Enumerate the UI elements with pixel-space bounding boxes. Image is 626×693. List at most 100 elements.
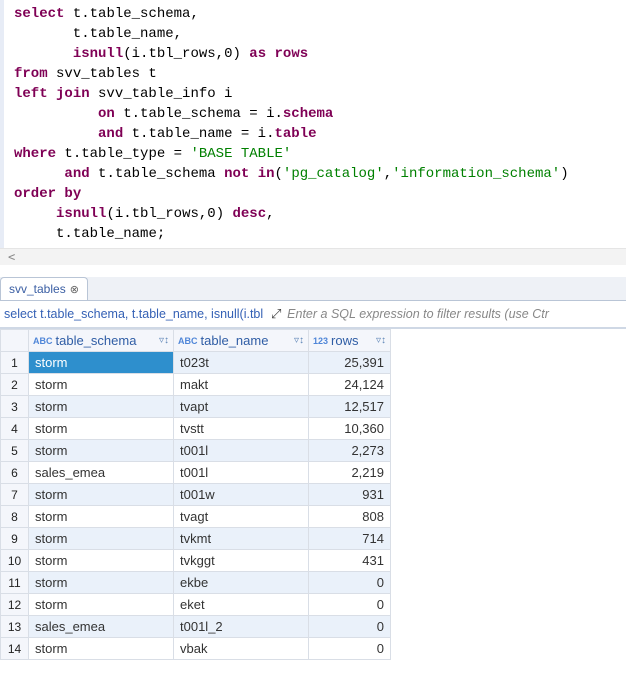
table-row[interactable]: 3stormtvapt12,517 [1, 396, 391, 418]
row-number[interactable]: 7 [1, 484, 29, 506]
cell-table_name[interactable]: ekbe [174, 572, 309, 594]
tab-svv-tables[interactable]: svv_tables ⊗ [0, 277, 88, 300]
cell-rows[interactable]: 25,391 [309, 352, 391, 374]
cell-table_schema[interactable]: storm [29, 594, 174, 616]
cell-table_name[interactable]: t023t [174, 352, 309, 374]
cell-rows[interactable]: 10,360 [309, 418, 391, 440]
column-header-table_schema[interactable]: ABCtable_schema▿↕ [29, 330, 174, 352]
results-filter-row: select t.table_schema, t.table_name, isn… [0, 301, 626, 329]
column-header-table_name[interactable]: ABCtable_name ▿↕ [174, 330, 309, 352]
cell-rows[interactable]: 431 [309, 550, 391, 572]
code-line[interactable]: t.table_name; [14, 224, 626, 244]
table-row[interactable]: 11stormekbe0 [1, 572, 391, 594]
cell-table_name[interactable]: vbak [174, 638, 309, 660]
cell-rows[interactable]: 2,273 [309, 440, 391, 462]
cell-rows[interactable]: 714 [309, 528, 391, 550]
table-row[interactable]: 12stormeket0 [1, 594, 391, 616]
table-row[interactable]: 13sales_emeat001l_20 [1, 616, 391, 638]
code-line[interactable]: isnull(i.tbl_rows,0) desc, [14, 204, 626, 224]
row-number[interactable]: 6 [1, 462, 29, 484]
cell-table_schema[interactable]: storm [29, 550, 174, 572]
cell-table_schema[interactable]: storm [29, 418, 174, 440]
table-row[interactable]: 6sales_emeat001l2,219 [1, 462, 391, 484]
cell-rows[interactable]: 931 [309, 484, 391, 506]
table-row[interactable]: 7stormt001w931 [1, 484, 391, 506]
cell-table_name[interactable]: tvkmt [174, 528, 309, 550]
row-number[interactable]: 4 [1, 418, 29, 440]
column-name: table_name [201, 333, 269, 348]
cell-rows[interactable]: 2,219 [309, 462, 391, 484]
cell-table_schema[interactable]: sales_emea [29, 616, 174, 638]
code-line[interactable]: t.table_name, [14, 24, 626, 44]
row-number[interactable]: 8 [1, 506, 29, 528]
close-icon[interactable]: ⊗ [70, 283, 79, 296]
row-number[interactable]: 12 [1, 594, 29, 616]
editor-scrollbar[interactable]: < [0, 248, 626, 265]
filter-icon[interactable]: ▿↕ [294, 335, 304, 346]
row-number[interactable]: 1 [1, 352, 29, 374]
table-row[interactable]: 9stormtvkmt714 [1, 528, 391, 550]
cell-rows[interactable]: 0 [309, 638, 391, 660]
table-row[interactable]: 14stormvbak0 [1, 638, 391, 660]
code-line[interactable]: from svv_tables t [14, 64, 626, 84]
sql-editor[interactable]: select t.table_schema, t.table_name, isn… [0, 0, 626, 248]
row-number[interactable]: 9 [1, 528, 29, 550]
filter-input[interactable]: Enter a SQL expression to filter results… [285, 307, 626, 321]
code-line[interactable]: on t.table_schema = i.schema [14, 104, 626, 124]
code-line[interactable]: and t.table_name = i.table [14, 124, 626, 144]
cell-table_schema[interactable]: sales_emea [29, 462, 174, 484]
code-line[interactable]: where t.table_type = 'BASE TABLE' [14, 144, 626, 164]
row-number[interactable]: 3 [1, 396, 29, 418]
code-line[interactable]: isnull(i.tbl_rows,0) as rows [14, 44, 626, 64]
cell-rows[interactable]: 24,124 [309, 374, 391, 396]
filter-icon[interactable]: ▿↕ [159, 335, 169, 346]
row-number[interactable]: 13 [1, 616, 29, 638]
table-row[interactable]: 10stormtvkggt431 [1, 550, 391, 572]
cell-table_name[interactable]: tvapt [174, 396, 309, 418]
type-icon: 123 [313, 336, 328, 346]
cell-table_schema[interactable]: storm [29, 506, 174, 528]
filter-icon[interactable]: ▿↕ [376, 335, 386, 346]
cell-rows[interactable]: 808 [309, 506, 391, 528]
code-line[interactable]: left join svv_table_info i [14, 84, 626, 104]
results-grid[interactable]: ABCtable_schema▿↕ABCtable_name▿↕123rows▿… [0, 329, 391, 660]
table-row[interactable]: 8stormtvagt808 [1, 506, 391, 528]
table-row[interactable]: 4stormtvstt10,360 [1, 418, 391, 440]
cell-table_schema[interactable]: storm [29, 374, 174, 396]
cell-table_name[interactable]: tvagt [174, 506, 309, 528]
cell-rows[interactable]: 0 [309, 572, 391, 594]
cell-rows[interactable]: 12,517 [309, 396, 391, 418]
column-header-rows[interactable]: 123rows▿↕ [309, 330, 391, 352]
row-number[interactable]: 5 [1, 440, 29, 462]
cell-rows[interactable]: 0 [309, 594, 391, 616]
cell-rows[interactable]: 0 [309, 616, 391, 638]
cell-table_name[interactable]: tvkggt [174, 550, 309, 572]
row-number[interactable]: 11 [1, 572, 29, 594]
cell-table_name[interactable]: t001l [174, 440, 309, 462]
cell-table_schema[interactable]: storm [29, 396, 174, 418]
type-icon: ABC [178, 336, 198, 346]
table-row[interactable]: 5stormt001l2,273 [1, 440, 391, 462]
table-row[interactable]: 2stormmakt24,124 [1, 374, 391, 396]
code-line[interactable]: and t.table_schema not in('pg_catalog','… [14, 164, 626, 184]
row-number[interactable]: 10 [1, 550, 29, 572]
code-line[interactable]: order by [14, 184, 626, 204]
cell-table_name[interactable]: t001w [174, 484, 309, 506]
table-row[interactable]: 1stormt023t25,391 [1, 352, 391, 374]
cell-table_schema[interactable]: storm [29, 638, 174, 660]
row-number[interactable]: 14 [1, 638, 29, 660]
cell-table_schema[interactable]: storm [29, 352, 174, 374]
cell-table_name[interactable]: t001l [174, 462, 309, 484]
expand-icon[interactable]: ⤢ [267, 306, 285, 322]
cell-table_name[interactable]: tvstt [174, 418, 309, 440]
type-icon: ABC [33, 336, 53, 346]
cell-table_schema[interactable]: storm [29, 484, 174, 506]
cell-table_schema[interactable]: storm [29, 528, 174, 550]
cell-table_name[interactable]: t001l_2 [174, 616, 309, 638]
cell-table_name[interactable]: eket [174, 594, 309, 616]
code-line[interactable]: select t.table_schema, [14, 4, 626, 24]
row-number[interactable]: 2 [1, 374, 29, 396]
cell-table_schema[interactable]: storm [29, 572, 174, 594]
cell-table_name[interactable]: makt [174, 374, 309, 396]
cell-table_schema[interactable]: storm [29, 440, 174, 462]
